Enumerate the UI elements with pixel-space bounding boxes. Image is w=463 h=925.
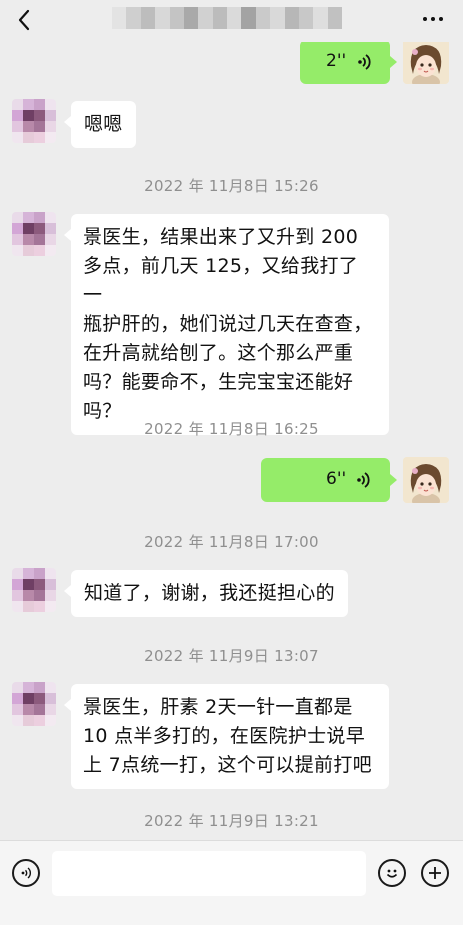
message-bubble[interactable]: 嗯嗯 (64, 101, 136, 148)
voice-message-sent[interactable]: 2'' (300, 40, 397, 84)
message-line: 在升高就给刨了。这个那么严重 (83, 342, 354, 364)
chat-title (112, 7, 342, 29)
voice-duration: 2'' (326, 51, 347, 71)
message-line: 景医生，结果出来了又升到 200 (83, 226, 359, 248)
add-button[interactable] (421, 859, 449, 887)
contact-avatar[interactable] (12, 682, 56, 726)
input-bar (0, 840, 463, 925)
timestamp: 2022 年 11月8日 16:25 (144, 420, 319, 438)
plus-icon (429, 867, 441, 879)
message-line: 景医生，肝素 2天一针一直都是 (83, 696, 353, 718)
voice-wave-icon (357, 472, 370, 488)
voice-duration: 6'' (326, 469, 347, 489)
voice-message-sent[interactable]: 6'' (261, 458, 397, 502)
timestamp: 2022 年 11月8日 17:00 (144, 533, 319, 551)
my-avatar[interactable] (403, 457, 449, 503)
chat-area[interactable]: 2'' 嗯嗯 2022 年 11月8日 15:26 景医生，结果出来了又升到 2… (0, 0, 463, 924)
timestamp: 2022 年 11月9日 13:21 (144, 812, 319, 830)
emoji-button[interactable] (378, 859, 406, 887)
message-line: 10 点半多打的，在医院护士说早 (83, 725, 366, 747)
header-bar (0, 0, 463, 42)
message-line: 瓶护肝的，她们说过几天在查查， (83, 313, 373, 335)
message-line: 吗？能要命不，生完宝宝还能好 (83, 371, 354, 393)
message-bubble[interactable]: 知道了，谢谢，我还挺担心的 (64, 570, 348, 617)
emoji-icon (386, 869, 398, 878)
message-line: 上 7点统一打，这个可以提前打吧 (83, 754, 372, 776)
timestamp: 2022 年 11月9日 13:07 (144, 647, 319, 665)
voice-input-icon (21, 867, 32, 879)
message-text: 嗯嗯 (84, 113, 123, 135)
contact-avatar[interactable] (12, 212, 56, 256)
chevron-left-icon (18, 9, 30, 31)
contact-avatar[interactable] (12, 568, 56, 612)
contact-avatar[interactable] (12, 99, 56, 143)
my-avatar[interactable] (403, 38, 449, 84)
message-text: 知道了，谢谢，我还挺担心的 (84, 582, 335, 604)
timestamp: 2022 年 11月8日 15:26 (144, 177, 319, 195)
voice-input-button[interactable] (12, 859, 40, 887)
voice-wave-icon (358, 54, 371, 70)
message-line: 多点，前几天 125，又给我打了一 (83, 255, 359, 306)
message-input[interactable] (52, 851, 366, 896)
message-bubble[interactable]: 景医生，肝素 2天一针一直都是 10 点半多打的，在医院护士说早 上 7点统一打… (64, 684, 389, 789)
more-dots-icon (423, 17, 427, 21)
more-button[interactable] (417, 8, 449, 30)
message-bubble[interactable]: 景医生，结果出来了又升到 200 多点，前几天 125，又给我打了一 瓶护肝的，… (64, 214, 389, 435)
back-button[interactable] (10, 6, 38, 34)
